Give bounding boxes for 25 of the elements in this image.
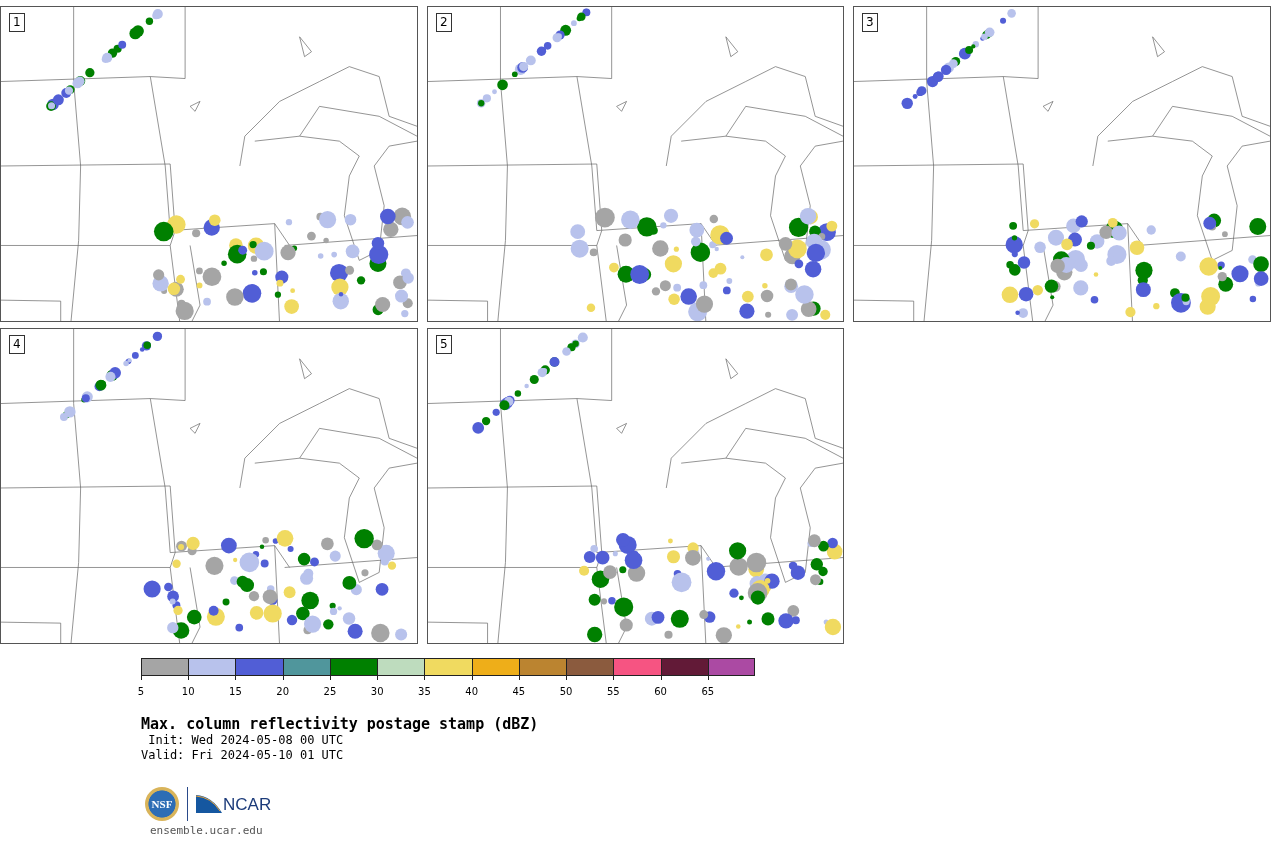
ncar-logo-text: NCAR [223, 796, 272, 813]
nsf-logo: NSF [145, 787, 179, 821]
init-time: Init: Wed 2024-05-08 00 UTC [147, 733, 345, 748]
panel-number: 1 [9, 13, 25, 32]
panel-number: 2 [436, 13, 452, 32]
panel-number: 3 [862, 13, 878, 32]
colorbar-tick-label: 55 [607, 686, 620, 697]
colorbar-tick-label: 30 [370, 686, 384, 697]
ncar-swoosh-icon [196, 795, 222, 813]
colorbar-tick-label: 40 [465, 686, 478, 697]
website-url: ensemble.ucar.edu [149, 824, 264, 837]
colorbar-tick-label: 65 [701, 686, 715, 697]
colorbar-tick-label: 45 [512, 686, 526, 697]
colorbar-tick-label: 10 [181, 686, 195, 697]
panel-number: 5 [436, 335, 452, 354]
colorbar-tick-label: 25 [323, 686, 337, 697]
colorbar-tick-label: 50 [559, 686, 573, 697]
colorbar-tick-label: 15 [229, 686, 242, 697]
valid-time: Valid: Fri 2024-05-10 01 UTC [141, 748, 345, 763]
colorbar-tick-label: 60 [654, 686, 667, 697]
colorbar-tick-label: 5 [137, 686, 145, 697]
colorbar-tick-label: 20 [276, 686, 290, 697]
panel-number: 4 [9, 335, 25, 354]
chart-title: Max. column reflectivity postage stamp (dBZ) [141, 715, 540, 733]
colorbar-tick-label: 35 [418, 686, 431, 697]
